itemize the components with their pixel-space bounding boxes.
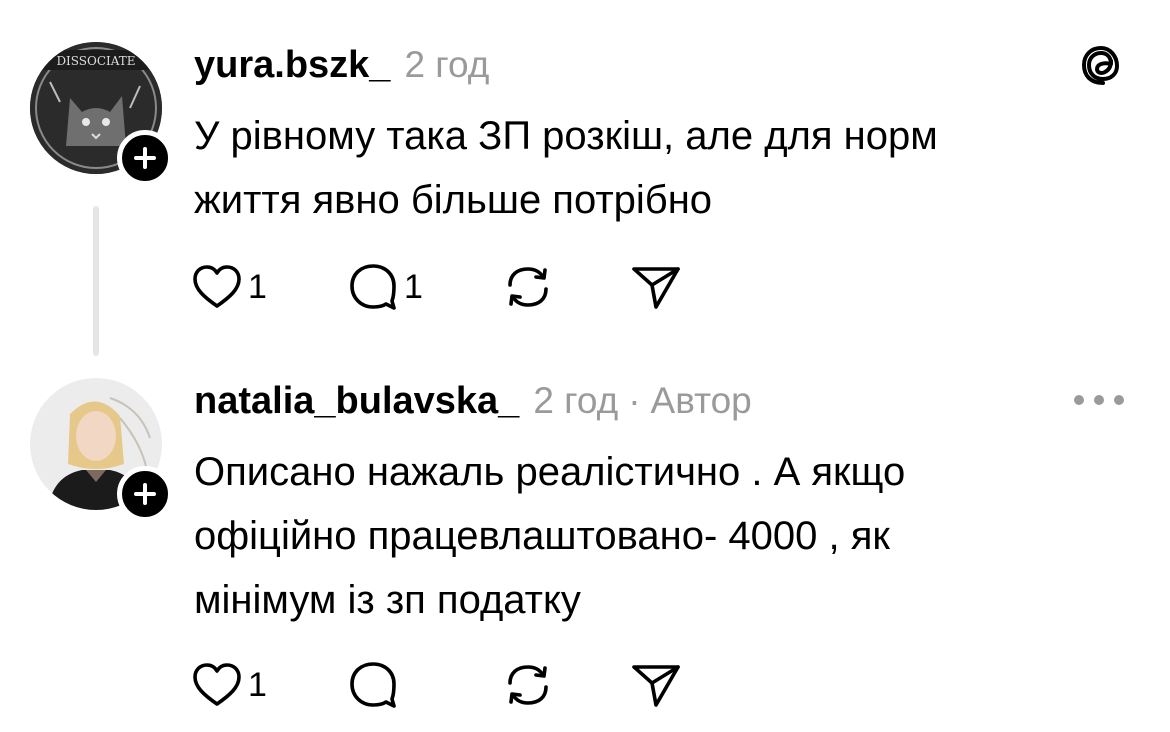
post-text-line: офіційно працевлаштовано- 4000 , як [194,514,890,558]
repost-icon [508,267,548,307]
username[interactable]: natalia_bulavska_ [194,380,519,423]
post-text: У рівному така ЗП розкіш, але для норм ж… [194,104,1114,232]
post-header: yura.bszk_ 2 год [194,44,489,87]
post-text-line: життя явно більше потрібно [194,178,713,222]
username[interactable]: yura.bszk_ [194,44,390,87]
more-options-button[interactable] [1074,388,1124,412]
action-bar: 1 [192,660,682,710]
thread-connector-line [93,206,99,356]
reply-post: DISSOCIATE yura.bszk_ 2 год У рівному та… [0,0,1170,360]
plus-icon [134,483,156,505]
more-dot-icon [1114,395,1124,405]
post-header: natalia_bulavska_ 2 год · Автор [194,380,752,423]
like-count: 1 [248,267,267,306]
reply-button[interactable]: 1 [348,263,502,311]
author-label: Автор [650,380,752,421]
post-text-line: мінімум із зп податку [194,578,581,622]
post-text-line: У рівному така ЗП розкіш, але для норм [194,114,938,158]
reply-button[interactable] [348,661,502,709]
reply-count: 1 [404,267,423,306]
timestamp: 2 год [533,380,619,421]
comment-icon [350,264,396,310]
heart-icon [193,663,241,706]
threads-replies-view: DISSOCIATE yura.bszk_ 2 год У рівному та… [0,0,1170,732]
repost-icon [508,665,548,705]
send-icon [632,665,680,707]
meta-separator: · [628,380,641,421]
threads-logo-svg [1081,45,1120,85]
like-count: 1 [248,665,267,704]
timestamp: 2 год [404,44,490,85]
send-icon [632,267,680,309]
post-text-line: Описано нажаль реалістично . А якщо [194,450,906,494]
action-bar: 1 1 [192,262,682,312]
comment-icon [350,662,396,708]
like-button[interactable]: 1 [192,662,348,708]
plus-icon [134,147,156,169]
svg-text:DISSOCIATE: DISSOCIATE [56,54,135,68]
more-dot-icon [1094,395,1104,405]
share-button[interactable] [630,661,682,709]
follow-plus-button[interactable] [117,130,173,186]
like-button[interactable]: 1 [192,264,348,310]
threads-logo-icon[interactable] [1080,42,1126,88]
follow-plus-button[interactable] [117,466,173,522]
heart-icon [193,265,241,308]
repost-button[interactable] [502,661,630,709]
post-text: Описано нажаль реалістично . А якщо офіц… [194,440,1114,632]
share-button[interactable] [630,263,682,311]
more-dot-icon [1074,395,1084,405]
repost-button[interactable] [502,263,630,311]
